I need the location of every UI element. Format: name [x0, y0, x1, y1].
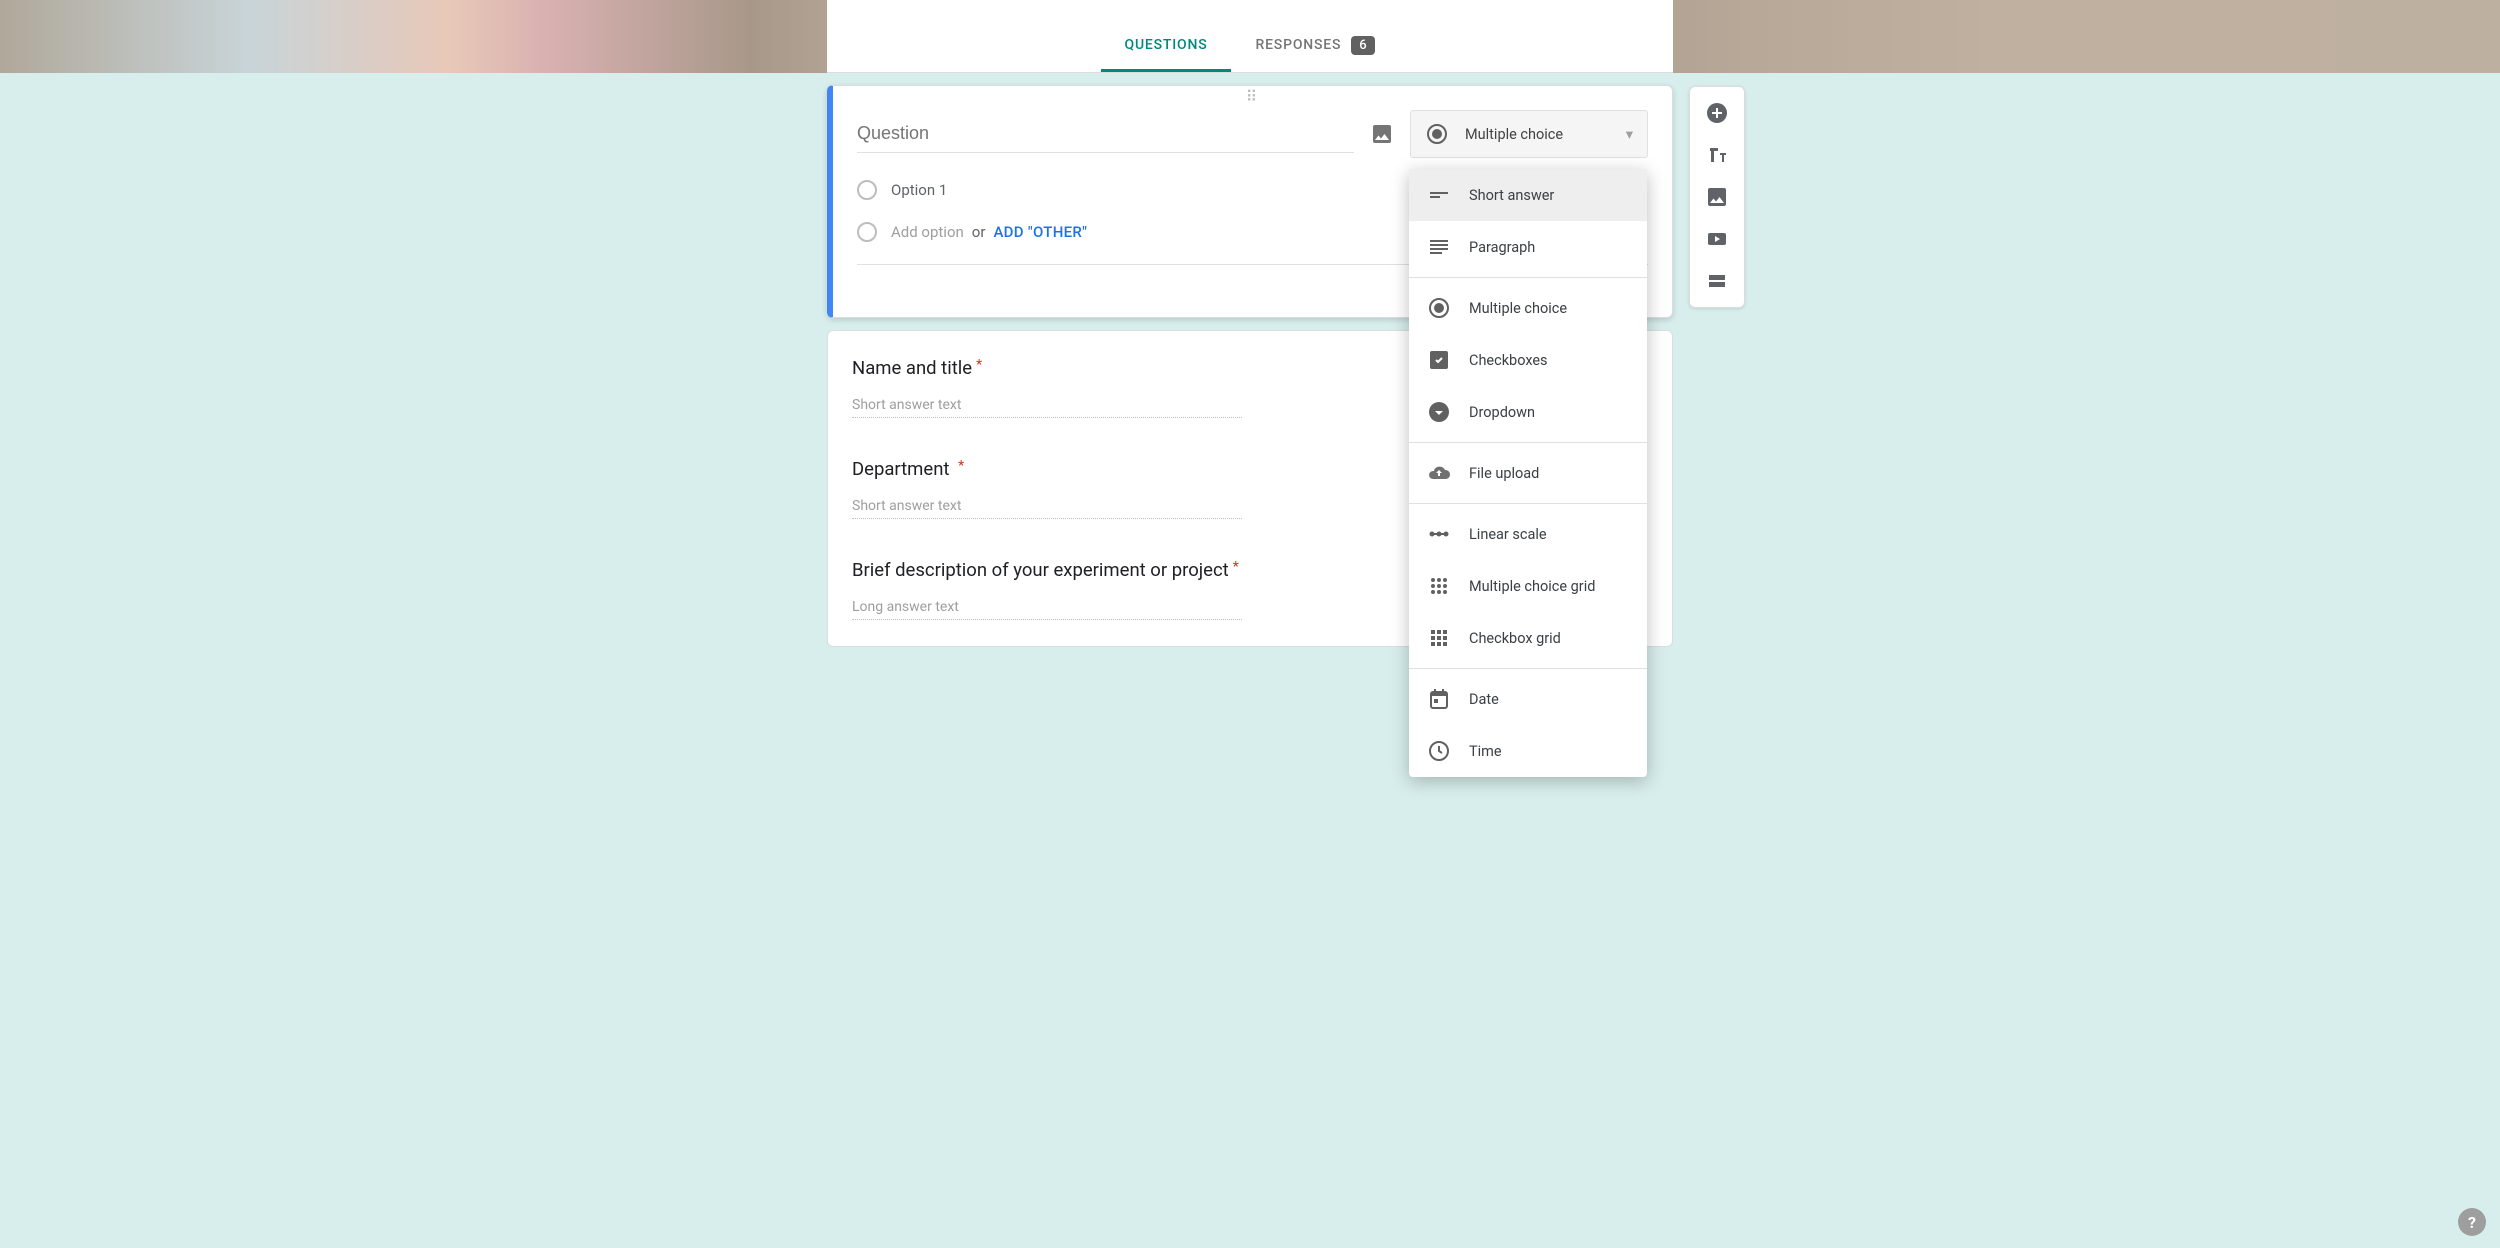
type-option-dropdown[interactable]: Dropdown — [1409, 386, 1647, 438]
answer-placeholder: Short answer text — [852, 498, 1242, 519]
answer-placeholder: Long answer text — [852, 599, 1242, 620]
option-label: Option 1 — [891, 181, 947, 199]
type-select-label: Multiple choice — [1465, 126, 1563, 143]
grid-dots-icon — [1427, 574, 1451, 598]
short-answer-icon — [1427, 183, 1451, 207]
dd-label: Multiple choice grid — [1469, 578, 1595, 595]
dd-label: Date — [1469, 691, 1499, 708]
tab-label: RESPONSES — [1255, 37, 1341, 53]
calendar-icon — [1427, 687, 1451, 711]
type-option-linear-scale[interactable]: Linear scale — [1409, 508, 1647, 560]
dd-label: Time — [1469, 743, 1502, 760]
type-option-file-upload[interactable]: File upload — [1409, 447, 1647, 499]
tab-label: QUESTIONS — [1125, 37, 1208, 53]
grid-squares-icon — [1427, 626, 1451, 650]
dd-label: File upload — [1469, 465, 1539, 482]
type-option-paragraph[interactable]: Paragraph — [1409, 221, 1647, 273]
question-type-select[interactable]: Multiple choice ▾ Short answer Paragraph — [1410, 110, 1648, 158]
tab-questions[interactable]: QUESTIONS — [1101, 18, 1232, 72]
radio-icon — [1425, 122, 1449, 146]
dropdown-icon — [1427, 400, 1451, 424]
tab-responses[interactable]: RESPONSES 6 — [1231, 18, 1399, 72]
dd-label: Linear scale — [1469, 526, 1547, 543]
answer-placeholder: Short answer text — [852, 397, 1242, 418]
dropdown-divider — [1409, 503, 1647, 504]
dd-label: Paragraph — [1469, 239, 1535, 256]
caret-down-icon: ▾ — [1626, 126, 1633, 143]
dropdown-divider — [1409, 277, 1647, 278]
add-title-button[interactable] — [1705, 143, 1729, 167]
add-question-button[interactable] — [1705, 101, 1729, 125]
add-image-button[interactable] — [1705, 185, 1729, 209]
type-option-short-answer[interactable]: Short answer — [1409, 169, 1647, 221]
insert-image-icon[interactable] — [1370, 122, 1394, 146]
add-option-text[interactable]: Add option — [891, 223, 964, 241]
cloud-upload-icon — [1427, 461, 1451, 485]
add-other-button[interactable]: ADD "OTHER" — [993, 223, 1087, 241]
clock-icon — [1427, 739, 1451, 763]
required-star-icon: * — [976, 357, 982, 373]
dd-label: Checkbox grid — [1469, 630, 1561, 647]
tabs-bar: QUESTIONS RESPONSES 6 — [827, 18, 1673, 73]
radio-icon — [857, 222, 877, 242]
add-section-button[interactable] — [1705, 269, 1729, 293]
type-option-checkboxes[interactable]: Checkboxes — [1409, 334, 1647, 386]
required-star-icon: * — [1233, 559, 1239, 575]
question-editor-card: Multiple choice ▾ Short answer Paragraph — [827, 85, 1673, 318]
type-option-multiple-choice[interactable]: Multiple choice — [1409, 282, 1647, 334]
drag-handle-icon[interactable] — [1246, 94, 1260, 101]
add-video-button[interactable] — [1705, 227, 1729, 251]
dd-label: Short answer — [1469, 187, 1554, 204]
radio-icon — [1427, 296, 1451, 320]
radio-icon — [857, 180, 877, 200]
dd-label: Dropdown — [1469, 404, 1535, 421]
dropdown-divider — [1409, 442, 1647, 443]
responses-count-badge: 6 — [1351, 36, 1375, 55]
type-option-date[interactable]: Date — [1409, 673, 1647, 725]
dd-label: Multiple choice — [1469, 300, 1567, 317]
linear-scale-icon — [1427, 522, 1451, 546]
dd-label: Checkboxes — [1469, 352, 1548, 369]
side-toolbar — [1689, 86, 1745, 308]
type-option-time[interactable]: Time — [1409, 725, 1647, 777]
checkbox-icon — [1427, 348, 1451, 372]
type-option-checkbox-grid[interactable]: Checkbox grid — [1409, 612, 1647, 664]
help-button[interactable]: ? — [2458, 1208, 2486, 1236]
paragraph-icon — [1427, 235, 1451, 259]
type-option-mc-grid[interactable]: Multiple choice grid — [1409, 560, 1647, 612]
or-text: or — [972, 223, 986, 241]
question-title-input[interactable] — [857, 115, 1354, 153]
required-star-icon: * — [958, 458, 964, 474]
question-type-dropdown: Short answer Paragraph Multiple choice C… — [1409, 169, 1647, 777]
dropdown-divider — [1409, 668, 1647, 669]
